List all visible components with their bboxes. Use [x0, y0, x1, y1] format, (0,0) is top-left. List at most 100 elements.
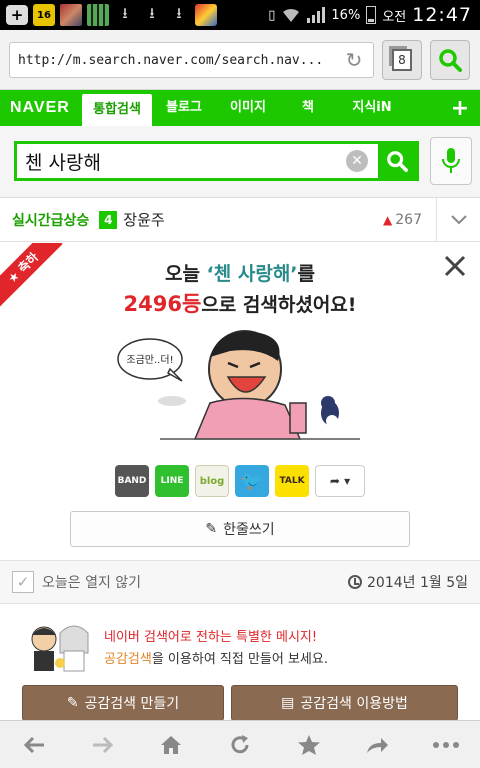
make-empathy-search-button[interactable]: ✎ 공감검색 만들기 [22, 685, 224, 721]
browser-toolbar: http://m.search.naver.com/search.nav... … [0, 30, 480, 90]
msg-prefix: 오늘 [164, 263, 207, 285]
arrow-left-icon [24, 736, 45, 753]
add-icon: + [6, 5, 28, 25]
promo-text: 네이버 검색어로 전하는 특별한 메시지! 공감검색을 이용하여 직접 만들어 … [104, 627, 328, 671]
empathy-search-promo: 네이버 검색어로 전하는 특별한 메시지! 공감검색을 이용하여 직접 만들어 … [0, 605, 480, 721]
home-icon [161, 735, 182, 754]
share-twitter-button[interactable]: 🐦 [235, 465, 269, 497]
tab-count: 8 [392, 49, 412, 71]
download-icon: ⭳ [122, 3, 128, 22]
write-comment-button[interactable]: ✎ 한줄쓰기 [70, 511, 410, 547]
check-icon: ✓ [16, 573, 30, 591]
tab-kin[interactable]: 지식iN [336, 90, 408, 126]
url-text[interactable]: http://m.search.naver.com/search.nav... [18, 53, 336, 68]
make-label: 공감검색 만들기 [84, 696, 180, 712]
chevron-down-icon [450, 214, 467, 224]
card-footer: ✓ 오늘은 열지 않기 2014년 1월 5일 [0, 560, 480, 604]
naver-tab-bar: NAVER 통합검색 블로그 이미지 책 지식iN + [0, 90, 480, 126]
battery-icon [366, 6, 377, 24]
more-tabs-button[interactable]: + [440, 96, 480, 121]
tab-blog[interactable]: 블로그 [152, 90, 216, 126]
promo-highlight: 공감검색 [104, 652, 152, 667]
date-text: 2014년 1월 5일 [367, 575, 468, 591]
up-arrow-icon: ▲ [383, 212, 393, 227]
msg-line2: 으로 검색하셨어요! [201, 294, 357, 316]
realtime-trending-bar[interactable]: 실시간급상승 4 장윤주 ▲ 267 [0, 197, 480, 242]
clock-icon [348, 575, 363, 589]
share-buttons: BAND LINE blog 🐦 TALK ➦ ▾ [0, 465, 480, 497]
voice-search-button[interactable] [430, 137, 472, 185]
notification-number-icon: 16 [33, 4, 55, 26]
more-menu-button[interactable] [426, 725, 466, 765]
promo-line1: 네이버 검색어로 전하는 특별한 메시지! [104, 630, 318, 645]
clear-icon[interactable]: ✕ [346, 150, 368, 172]
msg-query: ‘첸 사랑해’ [206, 263, 298, 285]
promo-line2: 을 이용하여 직접 만들어 보세요. [151, 652, 328, 667]
tabs-button[interactable]: 8 [382, 40, 422, 80]
tab-book[interactable]: 책 [280, 90, 336, 126]
share-band-button[interactable]: BAND [115, 465, 149, 497]
trending-rank-badge: 4 [99, 210, 118, 229]
howto-label: 공감검색 이용방법 [300, 696, 408, 712]
share-line-button[interactable]: LINE [155, 465, 189, 497]
hide-today-label[interactable]: 오늘은 열지 않기 [42, 572, 141, 592]
microphone-icon [442, 148, 460, 173]
naver-logo[interactable]: NAVER [0, 99, 82, 117]
share-kakaotalk-button[interactable]: TALK [275, 465, 309, 497]
search-rank: 2496등 [123, 292, 202, 316]
pencil-icon: ✎ [66, 695, 79, 711]
vibrate-icon: ▯ [268, 7, 276, 23]
trending-count-value: 267 [395, 211, 422, 228]
search-area: 첸 사랑해 ✕ [0, 126, 480, 198]
arrow-right-icon [92, 736, 113, 753]
document-icon: ▤ [281, 695, 295, 711]
trending-keyword[interactable]: 장윤주 [123, 209, 164, 230]
share-icon: ➦ ▾ [329, 474, 351, 488]
date-display: 2014년 1월 5일 [348, 572, 480, 592]
refresh-button[interactable] [220, 725, 260, 765]
tab-integrated-search[interactable]: 통합검색 [82, 94, 152, 126]
hide-today-checkbox[interactable]: ✓ [12, 571, 34, 593]
search-icon [439, 49, 462, 72]
more-dots-icon [432, 741, 459, 748]
realtime-label: 실시간급상승 [12, 212, 90, 229]
url-field[interactable]: http://m.search.naver.com/search.nav... … [9, 42, 374, 78]
expand-trending-button[interactable] [436, 197, 480, 242]
clock-time: 12:47 [412, 4, 472, 26]
search-icon [387, 151, 408, 172]
share-blog-button[interactable]: blog [195, 465, 229, 497]
battery-percent: 16% [331, 7, 361, 23]
bookmark-button[interactable] [289, 725, 329, 765]
share-more-button[interactable]: ➦ ▾ [315, 465, 365, 497]
download-icon: ⭳ [176, 3, 182, 22]
forward-button[interactable] [83, 725, 123, 765]
write-comment-label: 한줄쓰기 [223, 522, 275, 538]
ampm: 오전 [382, 9, 407, 25]
speech-bubble-text: 조금만..더! [126, 354, 173, 366]
browser-bottom-nav [0, 720, 480, 768]
trending-count: ▲ 267 [383, 212, 422, 228]
congrats-message: 오늘 ‘첸 사랑해’를 2496등으로 검색하셨어요! [0, 259, 480, 320]
reload-icon[interactable]: ↻ [343, 49, 365, 71]
browser-search-button[interactable] [430, 40, 470, 80]
twitter-icon: 🐦 [240, 470, 264, 492]
empathy-search-howto-button[interactable]: ▤ 공감검색 이용방법 [231, 685, 458, 721]
share-arrow-icon [367, 737, 389, 753]
wifi-icon [283, 8, 300, 22]
cartoon-illustration: 조금만..더! [117, 330, 360, 440]
grid-icon [87, 4, 109, 26]
search-submit-button[interactable] [378, 144, 416, 178]
couple-illustration [31, 625, 89, 672]
search-input[interactable]: 첸 사랑해 [17, 148, 346, 175]
star-icon [297, 734, 320, 755]
download-icon: ⭳ [149, 3, 155, 22]
search-box: 첸 사랑해 ✕ [14, 141, 419, 181]
home-button[interactable] [151, 725, 191, 765]
share-button[interactable] [357, 725, 397, 765]
back-button[interactable] [14, 725, 54, 765]
signal-icon [307, 7, 326, 23]
pencil-icon: ✎ [205, 521, 218, 537]
congrats-card: ★ 축하 오늘 ‘첸 사랑해’를 2496등으로 검색하셨어요! 조금만..더!… [0, 243, 480, 560]
tab-image[interactable]: 이미지 [216, 90, 280, 126]
refresh-icon [231, 734, 249, 753]
